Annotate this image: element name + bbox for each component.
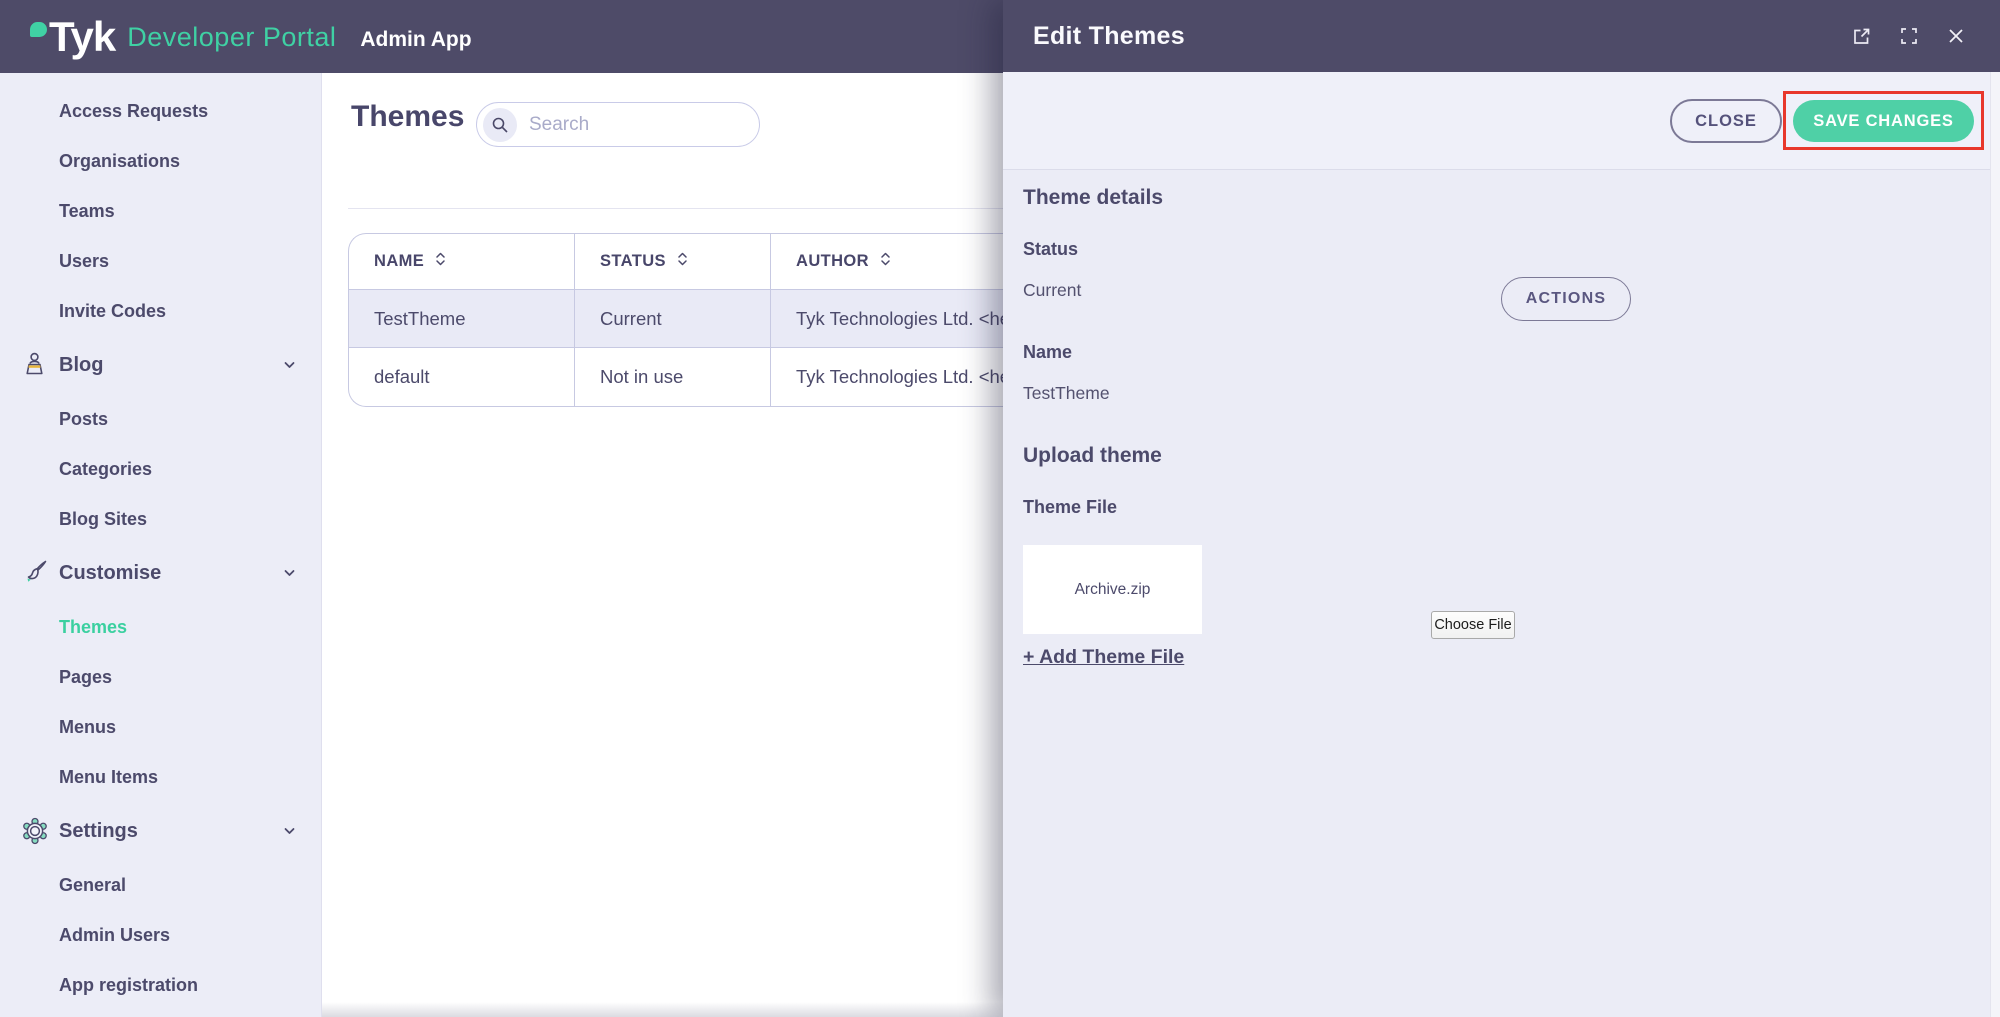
horizontal-scrollbar[interactable] — [322, 1002, 1003, 1017]
sort-icon — [879, 251, 892, 272]
vertical-scrollbar[interactable] — [1990, 72, 2000, 1017]
chevron-down-icon — [281, 565, 298, 582]
sidebar: Access Requests Organisations Teams User… — [0, 73, 322, 1017]
sidebar-item-label: Access Requests — [59, 100, 209, 121]
cell-status: Current — [574, 290, 770, 347]
search-box — [476, 102, 760, 147]
sidebar-item-organisations[interactable]: Organisations — [0, 136, 321, 186]
blog-icon — [20, 350, 48, 380]
sidebar-item-label: Categories — [59, 458, 153, 479]
save-highlight-box — [1783, 91, 1984, 150]
sidebar-item-menus[interactable]: Menus — [0, 702, 321, 752]
customise-icon — [20, 559, 48, 587]
chevron-down-icon — [281, 357, 298, 374]
app-window: Tyk Developer Portal Admin App Access Re… — [0, 0, 2000, 1017]
brand-name: Tyk — [49, 12, 116, 60]
sidebar-group-label: Settings — [59, 819, 138, 842]
sidebar-item-general[interactable]: General — [0, 860, 321, 910]
sidebar-item-label: Themes — [59, 616, 128, 637]
tyk-leaf-icon — [30, 21, 47, 37]
cell-name: TestTheme — [374, 307, 466, 329]
tyk-logo[interactable]: Tyk Developer Portal — [30, 12, 337, 60]
sidebar-item-users[interactable]: Users — [0, 236, 321, 286]
sidebar-item-label: Menus — [59, 716, 117, 737]
drawer-header-icons — [1851, 26, 1966, 47]
search-icon — [483, 107, 517, 142]
sidebar-item-label: Users — [59, 250, 110, 271]
sidebar-item-label: App registration — [59, 974, 199, 995]
sidebar-item-admin-users[interactable]: Admin Users — [0, 910, 321, 960]
sidebar-item-label: Pages — [59, 666, 113, 687]
theme-details-heading: Theme details — [1023, 186, 1164, 209]
sidebar-group-customise[interactable]: Customise — [0, 548, 321, 598]
fullscreen-icon[interactable] — [1899, 26, 1919, 46]
status-label: Status — [1023, 239, 1079, 259]
cell-status: Not in use — [574, 348, 770, 406]
sidebar-item-menu-items[interactable]: Menu Items — [0, 752, 321, 802]
name-value: TestTheme — [1023, 383, 1110, 403]
sort-icon — [676, 251, 689, 272]
sort-icon — [434, 251, 447, 272]
column-header-status[interactable]: STATUS — [574, 234, 770, 289]
actions-button[interactable]: ACTIONS — [1501, 277, 1631, 321]
sidebar-item-pages[interactable]: Pages — [0, 652, 321, 702]
sidebar-item-blog-sites[interactable]: Blog Sites — [0, 494, 321, 544]
cell-name: default — [374, 366, 430, 387]
sidebar-item-label: Menu Items — [59, 766, 159, 787]
sidebar-item-app-registration[interactable]: App registration — [0, 960, 321, 1010]
sidebar-item-label: Organisations — [59, 150, 181, 171]
edit-themes-drawer: Edit Themes CLOSE SAVE CHANGES Theme det… — [1003, 0, 2000, 1017]
sidebar-item-label: Invite Codes — [59, 300, 167, 321]
theme-file-label: Theme File — [1023, 497, 1118, 517]
drawer-title: Edit Themes — [1033, 21, 1185, 50]
sidebar-item-label: Teams — [59, 200, 115, 221]
search-input[interactable] — [529, 113, 739, 136]
sidebar-group-settings[interactable]: Settings — [0, 806, 321, 856]
sidebar-item-access-requests[interactable]: Access Requests — [0, 86, 321, 136]
name-label: Name — [1023, 342, 1073, 362]
settings-gear-icon — [20, 816, 50, 846]
close-button[interactable]: CLOSE — [1670, 99, 1782, 143]
sidebar-item-posts[interactable]: Posts — [0, 394, 321, 444]
sidebar-item-label: General — [59, 874, 127, 895]
upload-theme-heading: Upload theme — [1023, 444, 1162, 467]
sidebar-item-teams[interactable]: Teams — [0, 186, 321, 236]
page-title: Themes — [351, 100, 465, 133]
sidebar-item-label: Admin Users — [59, 924, 171, 945]
product-name: Developer Portal — [127, 21, 337, 52]
sidebar-item-label: Posts — [59, 408, 109, 429]
chevron-down-icon — [281, 823, 298, 840]
drawer-header: Edit Themes — [1003, 0, 2000, 72]
choose-file-button[interactable]: Choose File — [1431, 611, 1515, 639]
add-theme-file-link[interactable]: + Add Theme File — [1023, 646, 1184, 669]
sidebar-group-label: Customise — [59, 561, 162, 584]
close-icon[interactable] — [1946, 26, 1966, 46]
sidebar-item-categories[interactable]: Categories — [0, 444, 321, 494]
sidebar-item-label: Blog Sites — [59, 508, 148, 529]
theme-file-preview: Archive.zip — [1023, 545, 1202, 634]
sidebar-item-invite-codes[interactable]: Invite Codes — [0, 286, 321, 336]
column-header-name[interactable]: NAME — [349, 234, 574, 289]
status-value: Current — [1023, 280, 1082, 300]
open-external-icon[interactable] — [1851, 26, 1872, 47]
sidebar-group-blog[interactable]: Blog — [0, 340, 321, 390]
sidebar-item-themes[interactable]: Themes — [0, 602, 321, 652]
theme-file-name: Archive.zip — [1074, 580, 1151, 598]
app-label: Admin App — [360, 28, 472, 51]
sidebar-group-label: Blog — [59, 353, 104, 376]
